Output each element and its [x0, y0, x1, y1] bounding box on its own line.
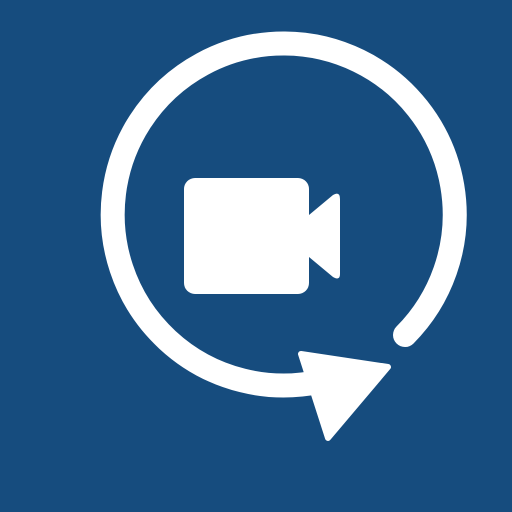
video-camera-body	[184, 178, 309, 294]
app-icon-graphic	[0, 0, 512, 512]
app-icon	[0, 0, 512, 512]
